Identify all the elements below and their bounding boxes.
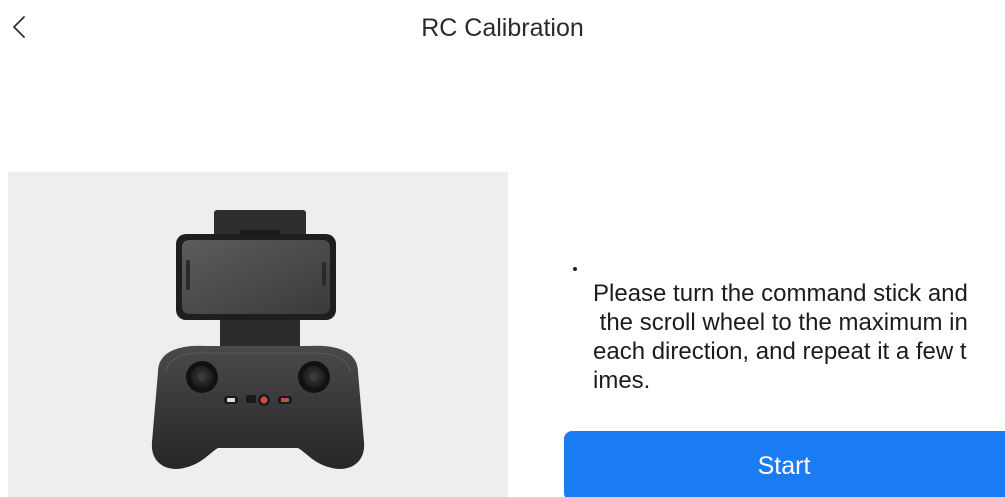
start-button[interactable]: Start xyxy=(564,431,1005,497)
page-title: RC Calibration xyxy=(421,14,584,42)
rc-calibration-screen: RC Calibration Please turn the command s… xyxy=(0,0,1005,497)
bullet-dot xyxy=(573,267,577,271)
remote-controller-icon xyxy=(151,210,365,469)
instruction-text: Please turn the command stick and the sc… xyxy=(593,280,968,394)
controller-illustration xyxy=(8,172,508,497)
